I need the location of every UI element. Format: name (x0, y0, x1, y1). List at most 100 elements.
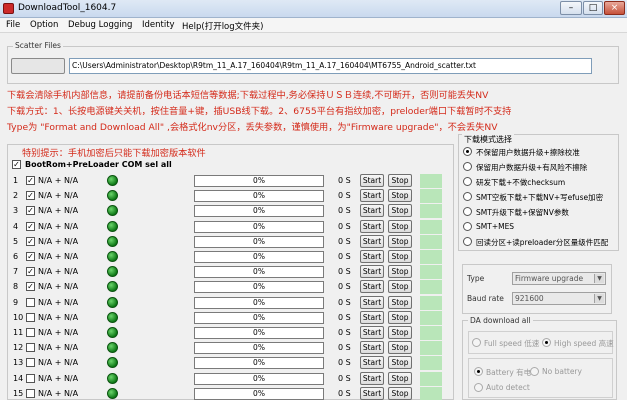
menu-option[interactable]: Option (30, 20, 58, 30)
progress-bar: 0% (194, 281, 324, 294)
elapsed-seconds: 0 S (338, 297, 351, 307)
scatter-browse-button[interactable] (11, 58, 65, 74)
stop-button[interactable]: Stop (388, 356, 412, 370)
minimize-button[interactable]: – (560, 1, 582, 15)
start-button[interactable]: Start (360, 189, 384, 203)
port-checkbox[interactable] (26, 358, 35, 368)
start-button[interactable]: Start (360, 371, 384, 385)
close-button[interactable]: × (604, 1, 625, 15)
type-select-value: Firmware upgrade (515, 274, 584, 283)
port-checkbox[interactable]: ✓ (26, 176, 35, 185)
download-mode-radio[interactable] (463, 237, 472, 246)
elapsed-seconds: 0 S (338, 358, 351, 368)
status-indicator (420, 371, 442, 386)
start-button[interactable]: Start (360, 234, 384, 248)
stop-button[interactable]: Stop (388, 371, 412, 385)
start-button[interactable]: Start (360, 356, 384, 370)
download-mode-radio[interactable] (463, 162, 472, 171)
start-button[interactable]: Start (360, 174, 384, 187)
stop-button[interactable]: Stop (388, 219, 412, 233)
start-button[interactable]: Start (360, 280, 384, 294)
port-checkbox[interactable]: ✓ (26, 191, 35, 201)
stop-button[interactable]: Stop (388, 295, 412, 309)
stop-button[interactable]: Stop (388, 326, 412, 339)
progress-bar: 0% (194, 327, 324, 339)
stop-button[interactable]: Stop (388, 174, 412, 187)
port-checkbox[interactable]: ✓ (26, 236, 35, 246)
port-row: 2 ✓ N/A + N/A 0% 0 S Start Stop (0, 188, 460, 204)
scatter-path-field[interactable]: C:\Users\Administrator\Desktop\R9tm_11_A… (69, 58, 592, 74)
status-indicator (420, 386, 442, 400)
no-battery-radio[interactable] (530, 367, 539, 376)
port-checkbox[interactable]: ✓ (26, 252, 35, 261)
start-button[interactable]: Start (360, 219, 384, 233)
port-row: 1 ✓ N/A + N/A 0% 0 S Start Stop (0, 173, 460, 189)
baud-rate-select[interactable]: 921600 ▼ (512, 292, 606, 305)
port-checkbox[interactable] (26, 343, 35, 353)
start-button[interactable]: Start (360, 341, 384, 355)
download-mode-radio[interactable] (463, 192, 472, 201)
port-row: 7 ✓ N/A + N/A 0% 0 S Start Stop (0, 264, 460, 280)
download-mode-radio[interactable] (463, 177, 472, 186)
stop-button[interactable]: Stop (388, 204, 412, 218)
port-checkbox[interactable]: ✓ (26, 282, 35, 292)
port-checkbox[interactable] (26, 373, 35, 383)
menu-file[interactable]: File (6, 20, 20, 30)
port-checkbox[interactable]: ✓ (26, 206, 35, 216)
type-select[interactable]: Firmware upgrade ▼ (512, 272, 606, 285)
start-button[interactable]: Start (360, 265, 384, 279)
start-button[interactable]: Start (360, 310, 384, 324)
start-button[interactable]: Start (360, 250, 384, 263)
status-led-icon (107, 205, 118, 217)
port-number: 12 (13, 343, 24, 353)
menu-identity[interactable]: Identity (142, 20, 175, 30)
status-led-icon (107, 220, 118, 232)
battery-radio[interactable] (474, 367, 483, 376)
select-all-checkbox[interactable]: ✓ (12, 160, 21, 169)
full-speed-radio[interactable] (472, 338, 481, 347)
stop-button[interactable]: Stop (388, 310, 412, 324)
start-button[interactable]: Start (360, 295, 384, 309)
port-checkbox[interactable] (26, 328, 35, 337)
stop-button[interactable]: Stop (388, 341, 412, 355)
port-checkbox[interactable] (26, 312, 35, 322)
status-indicator (420, 341, 442, 356)
port-name: N/A + N/A (38, 328, 79, 337)
port-number: 5 (13, 236, 19, 246)
port-number: 14 (13, 373, 24, 383)
menu-help[interactable]: Help(打开log文件夹) (182, 20, 263, 32)
start-button[interactable]: Start (360, 204, 384, 218)
download-mode-radio[interactable] (463, 222, 472, 231)
status-indicator (420, 174, 442, 188)
elapsed-seconds: 0 S (338, 373, 351, 383)
auto-detect-radio[interactable] (474, 383, 483, 392)
port-checkbox[interactable]: ✓ (26, 221, 35, 231)
menu-debug-logging[interactable]: Debug Logging (68, 20, 132, 30)
stop-button[interactable]: Stop (388, 250, 412, 263)
stop-button[interactable]: Stop (388, 189, 412, 203)
download-mode-radio[interactable] (463, 207, 472, 216)
chevron-down-icon: ▼ (594, 274, 604, 283)
status-indicator (420, 356, 442, 371)
menu-bar: File Option Debug Logging Identity Help(… (0, 18, 627, 33)
port-checkbox[interactable]: ✓ (26, 267, 35, 277)
start-button[interactable]: Start (360, 326, 384, 339)
warning-line-2: 下载方式：1、长按电源键关关机，按住音量+键，插USB线下载。2、6755平台有… (7, 106, 512, 117)
start-button[interactable]: Start (360, 386, 384, 400)
status-led-icon (107, 190, 118, 202)
maximize-button[interactable]: □ (583, 1, 603, 15)
elapsed-seconds: 0 S (338, 343, 351, 353)
high-speed-radio[interactable] (542, 338, 551, 347)
stop-button[interactable]: Stop (388, 265, 412, 279)
stop-button[interactable]: Stop (388, 234, 412, 248)
auto-detect-label: Auto detect (486, 383, 530, 392)
download-mode-radio[interactable] (463, 147, 472, 156)
port-number: 3 (13, 206, 19, 216)
port-checkbox[interactable] (26, 388, 35, 398)
stop-button[interactable]: Stop (388, 386, 412, 400)
port-checkbox[interactable] (26, 297, 35, 307)
elapsed-seconds: 0 S (338, 312, 351, 322)
progress-bar: 0% (194, 311, 324, 324)
port-row: 14 N/A + N/A 0% 0 S Start Stop (0, 371, 460, 387)
stop-button[interactable]: Stop (388, 280, 412, 294)
